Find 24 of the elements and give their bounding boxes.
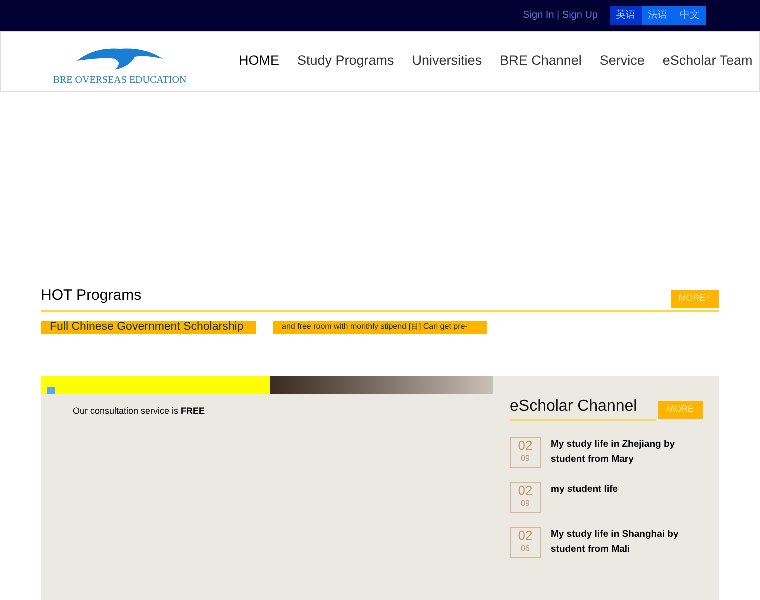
section-title: HOT Programs xyxy=(41,286,142,306)
post-link[interactable]: My study life in Zhejiang by student from Mary xyxy=(551,436,681,468)
post-link[interactable]: my student life xyxy=(551,482,681,512)
date-month: 09 xyxy=(521,498,530,510)
post-link[interactable]: My study life in Shanghai by student from Mali xyxy=(551,526,681,558)
square-icon xyxy=(47,386,55,394)
nav-link[interactable]: HOME xyxy=(239,51,280,72)
language-button[interactable]: 英语 xyxy=(610,6,642,25)
nav-link[interactable]: Study Programs xyxy=(298,51,394,72)
nav-link[interactable]: Universities xyxy=(412,51,482,72)
date-day: 02 xyxy=(518,528,533,542)
banner-text: Our consultation service is FREE xyxy=(73,406,206,416)
date-month: 09 xyxy=(521,452,530,464)
channel-title: eScholar Channel xyxy=(510,394,656,420)
program-link[interactable]: Full Chinese Government Scholarship xyxy=(41,320,256,334)
nav-link[interactable]: eScholar Team xyxy=(662,51,753,72)
date-month: 06 xyxy=(521,542,530,554)
sign-in-link[interactable]: Sign In | Sign Up xyxy=(523,8,598,23)
date-day: 02 xyxy=(518,438,533,452)
nav-link[interactable]: BRE Channel xyxy=(500,51,582,72)
nav-link[interactable]: Service xyxy=(600,51,645,72)
program-link[interactable]: and free room with monthly stipend [目] Can get pre- xyxy=(273,320,487,334)
logo-text: BRE OVERSEAS EDUCATION xyxy=(53,74,187,88)
date-day: 02 xyxy=(518,482,533,498)
